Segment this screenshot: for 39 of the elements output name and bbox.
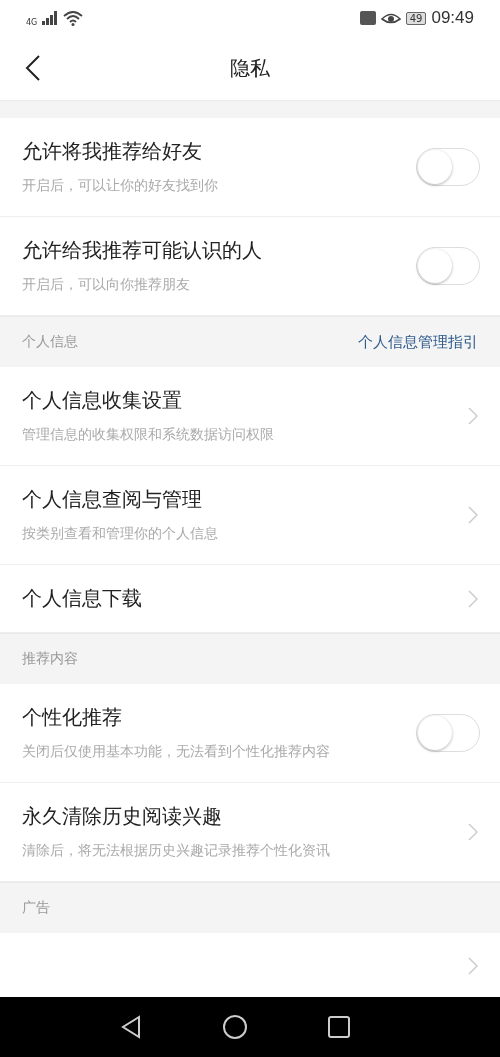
row-title: 个人信息查阅与管理 <box>22 486 203 513</box>
toggle-switch[interactable] <box>416 247 480 285</box>
home-icon[interactable] <box>222 1014 248 1040</box>
toggle-switch[interactable] <box>416 714 480 752</box>
row-title: 允许将我推荐给好友 <box>22 138 203 165</box>
row-title: 允许给我推荐可能认识的人 <box>22 237 263 264</box>
signal-icon <box>42 11 59 25</box>
back-icon[interactable] <box>25 54 41 82</box>
guide-link[interactable]: 个人信息管理指引 <box>358 332 478 352</box>
settings-row[interactable]: 个性化推荐 关闭后仅使用基本功能，无法看到个性化推荐内容 <box>0 684 500 783</box>
chevron-icon <box>468 407 478 425</box>
settings-row[interactable]: 个人信息查阅与管理 按类别查看和管理你的个人信息 <box>0 466 500 565</box>
section-title: 广告 <box>22 899 50 917</box>
chevron-icon <box>468 957 478 975</box>
row-subtitle: 开启后，可以向你推荐朋友 <box>22 275 191 294</box>
row-subtitle: 关闭后仅使用基本功能，无法看到个性化推荐内容 <box>22 742 331 761</box>
row-title: 永久清除历史阅读兴趣 <box>22 803 223 830</box>
battery-indicator: 49 <box>405 11 427 25</box>
network-label: 4G <box>26 17 38 27</box>
wifi-icon <box>63 10 84 26</box>
back-icon[interactable] <box>120 1015 142 1039</box>
recents-icon[interactable] <box>328 1016 350 1038</box>
chevron-icon <box>468 589 478 608</box>
settings-row[interactable]: 允许将我推荐给好友 开启后，可以让你的好友找到你 <box>0 118 500 217</box>
row-title: 个性化推荐 <box>22 704 123 731</box>
chevron-icon <box>468 823 478 841</box>
section-title: 个人信息 <box>22 333 78 351</box>
clock-time: 09:49 <box>431 8 474 28</box>
page-title: 隐私 <box>230 54 270 82</box>
row-subtitle: 按类别查看和管理你的个人信息 <box>22 524 219 543</box>
row-title: 个人信息下载 <box>22 585 143 612</box>
row-subtitle: 管理信息的收集权限和系统数据访问权限 <box>22 425 275 444</box>
row-subtitle: 开启后，可以让你的好友找到你 <box>22 176 219 195</box>
row-subtitle: 清除后，将无法根据历史兴趣记录推荐个性化资讯 <box>22 841 331 860</box>
row-title: 个人信息收集设置 <box>22 387 183 414</box>
settings-row[interactable]: 个人信息收集设置 管理信息的收集权限和系统数据访问权限 <box>0 367 500 466</box>
toggle-switch[interactable] <box>416 148 480 186</box>
section-title: 推荐内容 <box>22 650 78 668</box>
chevron-icon <box>468 506 478 524</box>
